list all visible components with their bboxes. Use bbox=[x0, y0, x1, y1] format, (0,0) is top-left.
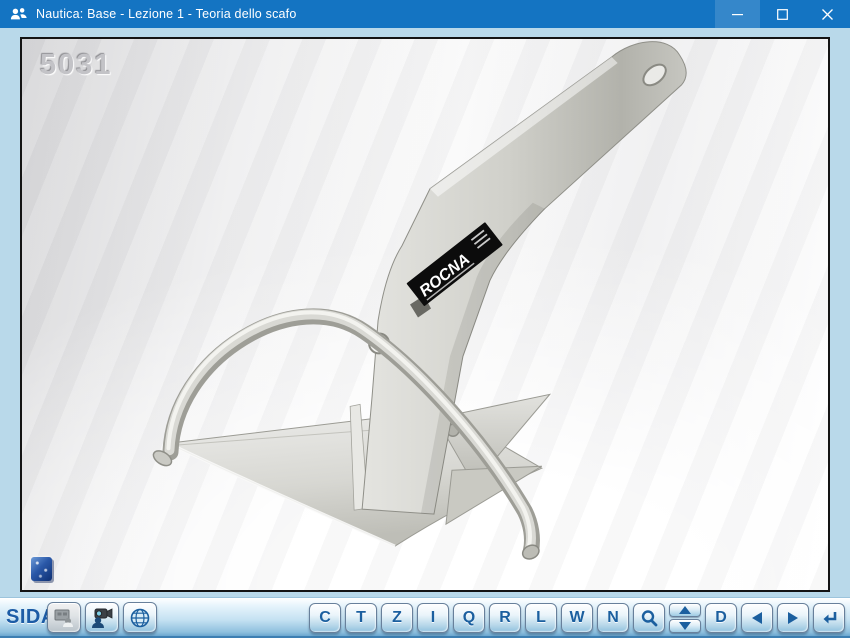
maximize-icon bbox=[777, 9, 788, 20]
arrow-right-icon bbox=[786, 611, 800, 625]
key-r[interactable]: R bbox=[489, 603, 521, 633]
key-t[interactable]: T bbox=[345, 603, 377, 633]
key-row: C T Z I Q R L W N bbox=[309, 603, 845, 633]
icon-button-row bbox=[47, 602, 157, 633]
key-q[interactable]: Q bbox=[453, 603, 485, 633]
presentation-icon bbox=[53, 608, 75, 628]
slide-panel: 5031 bbox=[20, 37, 830, 592]
main-area: 5031 bbox=[0, 28, 850, 598]
magnifier-icon bbox=[640, 609, 658, 627]
window-title: Nautica: Base - Lezione 1 - Teoria dello… bbox=[36, 7, 715, 21]
key-z[interactable]: Z bbox=[381, 603, 413, 633]
chevron-down-icon bbox=[679, 622, 691, 630]
key-d[interactable]: D bbox=[705, 603, 737, 633]
enter-icon bbox=[820, 610, 838, 626]
close-icon bbox=[822, 9, 833, 20]
key-l[interactable]: L bbox=[525, 603, 557, 633]
previous-key[interactable] bbox=[741, 603, 773, 633]
spinner-up-button[interactable] bbox=[669, 603, 701, 617]
enter-key[interactable] bbox=[813, 603, 845, 633]
key-n[interactable]: N bbox=[597, 603, 629, 633]
webcam-button[interactable] bbox=[85, 602, 119, 633]
key-c[interactable]: C bbox=[309, 603, 341, 633]
webcam-person-icon bbox=[90, 607, 114, 629]
application-window: Nautica: Base - Lezione 1 - Teoria dello… bbox=[0, 0, 850, 638]
globe-button[interactable] bbox=[123, 602, 157, 633]
globe-icon bbox=[129, 607, 151, 629]
anchor-image: ROCNA bbox=[22, 39, 828, 590]
next-key[interactable] bbox=[777, 603, 809, 633]
key-w[interactable]: W bbox=[561, 603, 593, 633]
spinner-down-button[interactable] bbox=[669, 619, 701, 633]
maximize-button[interactable] bbox=[760, 0, 805, 28]
key-i[interactable]: I bbox=[417, 603, 449, 633]
titlebar: Nautica: Base - Lezione 1 - Teoria dello… bbox=[0, 0, 850, 28]
chevron-up-icon bbox=[679, 606, 691, 614]
close-button[interactable] bbox=[805, 0, 850, 28]
window-controls bbox=[715, 0, 850, 28]
minimize-button[interactable] bbox=[715, 0, 760, 28]
minimize-icon bbox=[732, 9, 743, 20]
bottom-toolbar: SIDA bbox=[0, 597, 850, 638]
presentation-button[interactable] bbox=[47, 602, 81, 633]
arrow-left-icon bbox=[750, 611, 764, 625]
spinner-key bbox=[669, 603, 701, 633]
magnifier-key[interactable] bbox=[633, 603, 665, 633]
glossary-cube-icon[interactable] bbox=[31, 557, 52, 581]
users-icon bbox=[10, 7, 28, 21]
